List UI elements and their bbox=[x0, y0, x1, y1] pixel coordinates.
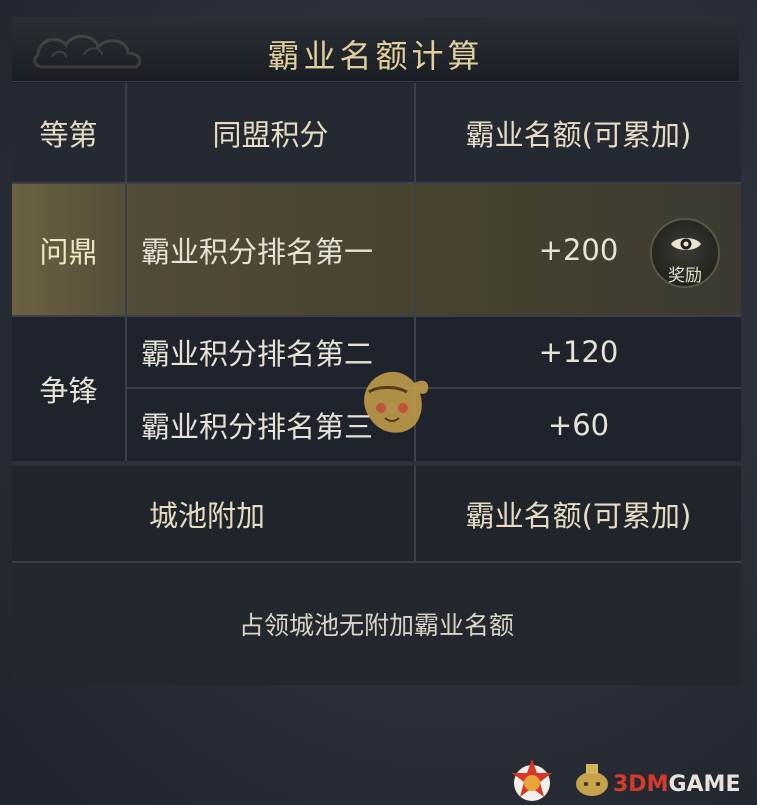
brand-prefix: 3DM bbox=[613, 772, 669, 797]
eye-icon bbox=[671, 238, 701, 250]
quota-third: +60 bbox=[416, 389, 741, 461]
divider bbox=[12, 182, 741, 184]
page-title: 霸业名额计算 bbox=[267, 37, 484, 75]
quota-second: +120 bbox=[416, 317, 741, 387]
city-bonus-header: 城池附加 bbox=[12, 466, 414, 561]
divider bbox=[125, 83, 127, 461]
reward-label: 奖励 bbox=[668, 266, 702, 286]
header-alliance-points: 同盟积分 bbox=[127, 83, 414, 182]
rank-wending: 问鼎 bbox=[12, 184, 125, 315]
header-quota: 霸业名额(可累加) bbox=[416, 83, 741, 182]
divider bbox=[12, 561, 741, 563]
divider bbox=[12, 315, 741, 317]
divider bbox=[12, 461, 741, 466]
city-quota-header: 霸业名额(可累加) bbox=[416, 466, 741, 561]
title-bar: 霸业名额计算 bbox=[12, 17, 739, 82]
divider bbox=[414, 83, 416, 561]
city-note: 占领城池无附加霸业名额 bbox=[12, 563, 741, 685]
star-badge-icon bbox=[512, 759, 552, 801]
divider bbox=[127, 387, 741, 389]
brand-watermark: 3DMGAME bbox=[613, 772, 740, 797]
header-rank: 等第 bbox=[12, 83, 125, 182]
reward-button[interactable]: 奖励 bbox=[650, 218, 720, 288]
condition-first: 霸业积分排名第一 bbox=[141, 234, 374, 269]
brand-suffix: GAME bbox=[668, 772, 741, 797]
mascot-logo-icon bbox=[576, 764, 608, 796]
rank-zhengfeng: 争锋 bbox=[12, 317, 125, 461]
mascot-watermark-icon bbox=[364, 371, 429, 433]
